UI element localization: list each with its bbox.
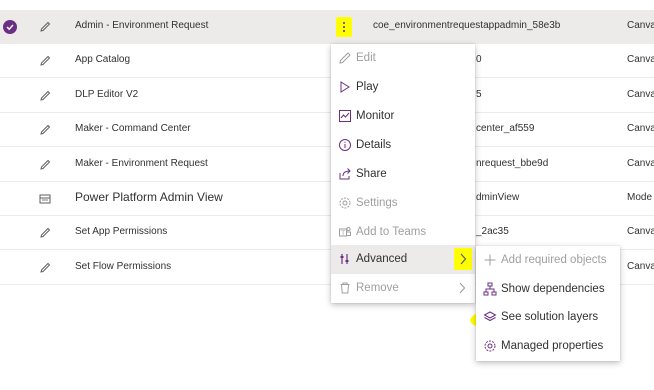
app-name[interactable]: Set Flow Permissions: [75, 261, 171, 272]
menu-item-label: Settings: [356, 197, 398, 209]
table-row[interactable]: Set App Permissions _2ac35 Canva: [0, 216, 654, 250]
app-type: Canva: [627, 158, 654, 169]
app-type: Canva: [627, 123, 654, 134]
app-system-name: nrequest_bbe9d: [476, 158, 549, 169]
menu-item-label: Show dependencies: [501, 283, 605, 295]
pencil-icon: [40, 55, 51, 66]
app-name[interactable]: Maker - Command Center: [75, 123, 191, 134]
app-system-name: center_af559: [476, 123, 535, 134]
app-type: Canva: [627, 20, 654, 31]
pencil-icon: [40, 90, 51, 101]
menu-item-add-to-teams[interactable]: T Add to Teams: [331, 218, 475, 247]
plus-icon: [484, 254, 496, 266]
menu-item-share[interactable]: Share: [331, 160, 475, 189]
dependencies-icon: [483, 282, 497, 296]
model-app-icon: [39, 194, 51, 204]
app-system-name: _2ac35: [476, 226, 509, 237]
app-system-name: 0: [476, 54, 482, 65]
chevron-right-icon: [459, 282, 466, 294]
pencil-icon: [339, 52, 351, 64]
menu-item-advanced[interactable]: Advanced: [331, 245, 475, 274]
menu-item-play[interactable]: Play: [331, 73, 475, 102]
gear-icon: [339, 197, 351, 209]
gear-icon: [484, 340, 496, 352]
app-name[interactable]: Admin - Environment Request: [75, 20, 208, 31]
menu-item-label: Add required objects: [501, 254, 607, 266]
table-row[interactable]: Admin - Environment Request coe_environm…: [0, 10, 654, 44]
menu-item-label: Add to Teams: [356, 226, 427, 238]
pencil-icon: [40, 159, 51, 170]
menu-item-see-solution-layers[interactable]: See solution layers: [476, 303, 620, 332]
pencil-icon: [40, 227, 51, 238]
table-row[interactable]: Power Platform Admin View dminView Mode: [0, 182, 654, 216]
context-menu: Edit Play Monitor Details Share Settings…: [331, 44, 475, 303]
layers-icon: [483, 311, 497, 322]
menu-item-details[interactable]: Details: [331, 131, 475, 160]
app-type: Canva: [627, 261, 654, 272]
app-type: Mode: [627, 192, 653, 203]
pencil-icon: [40, 262, 51, 273]
selected-check-icon[interactable]: [3, 20, 17, 34]
teams-icon: T: [339, 226, 351, 237]
menu-item-label: Advanced: [356, 253, 408, 265]
app-system-name: coe_environmentrequestappadmin_58e3b: [373, 20, 561, 31]
table-row[interactable]: App Catalog 0 Canva: [0, 44, 654, 78]
menu-item-monitor[interactable]: Monitor: [331, 102, 475, 131]
menu-item-remove[interactable]: Remove: [331, 274, 475, 303]
menu-item-label: Play: [356, 81, 379, 93]
table-row[interactable]: DLP Editor V2 5 Canva: [0, 79, 654, 113]
menu-item-show-dependencies[interactable]: Show dependencies: [476, 275, 620, 304]
advanced-icon: [340, 254, 349, 264]
app-type: Canva: [627, 226, 654, 237]
menu-item-label: Remove: [356, 282, 399, 294]
menu-item-label: See solution layers: [501, 311, 599, 323]
more-options-button[interactable]: [336, 17, 352, 37]
table-row[interactable]: Maker - Command Center center_af559 Canv…: [0, 113, 654, 147]
svg-text:T: T: [340, 230, 345, 237]
monitor-icon: [339, 110, 351, 122]
table-row[interactable]: Maker - Environment Request nrequest_bbe…: [0, 148, 654, 182]
advanced-submenu: Add required objects Show dependencies S…: [476, 246, 620, 361]
menu-item-edit[interactable]: Edit: [331, 44, 475, 73]
app-type: Canva: [627, 54, 654, 65]
share-icon: [339, 168, 351, 180]
app-system-name: 5: [476, 89, 482, 100]
menu-item-add-required-objects[interactable]: Add required objects: [476, 246, 620, 275]
chevron-right-icon: [454, 248, 472, 270]
menu-item-label: Managed properties: [501, 340, 604, 352]
menu-item-label: Details: [356, 139, 392, 151]
app-name[interactable]: Set App Permissions: [75, 226, 167, 237]
trash-icon: [340, 282, 350, 294]
menu-item-label: Monitor: [356, 110, 395, 122]
menu-item-settings[interactable]: Settings: [331, 189, 475, 218]
menu-item-managed-properties[interactable]: Managed properties: [476, 332, 620, 361]
app-name[interactable]: Power Platform Admin View: [75, 190, 223, 204]
info-icon: [339, 139, 351, 151]
app-type: Canva: [627, 89, 654, 100]
pencil-icon: [40, 124, 51, 135]
app-name[interactable]: Maker - Environment Request: [75, 158, 208, 169]
menu-item-label: Share: [356, 168, 387, 180]
menu-item-label: Edit: [356, 52, 376, 64]
app-system-name: dminView: [476, 192, 520, 203]
app-name[interactable]: App Catalog: [75, 54, 130, 65]
pencil-icon: [40, 21, 51, 32]
play-icon: [340, 81, 350, 93]
app-name[interactable]: DLP Editor V2: [75, 89, 138, 100]
